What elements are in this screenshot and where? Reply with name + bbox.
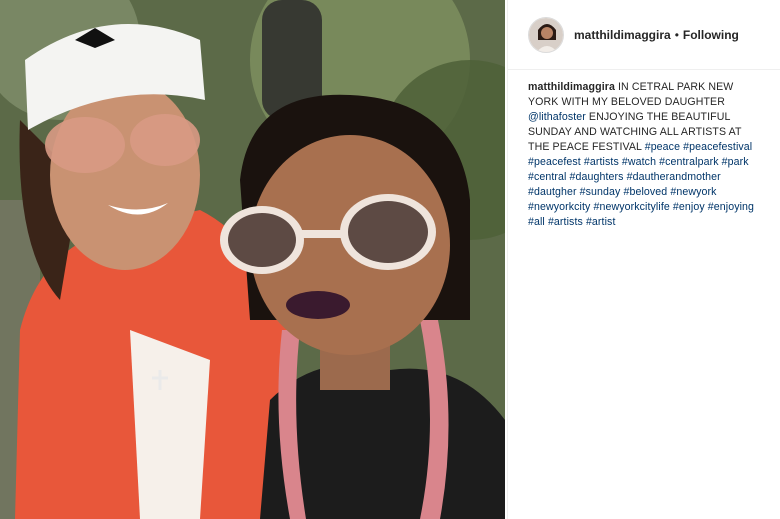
avatar-image — [529, 17, 563, 52]
caption-mention[interactable]: @lithafoster — [528, 111, 586, 123]
hashtag-link[interactable]: #newyork — [670, 186, 716, 198]
hashtag-link[interactable]: #peace — [645, 141, 680, 153]
hashtag-link[interactable]: #peacefest — [528, 156, 581, 168]
hashtag-link[interactable]: #artists — [584, 156, 619, 168]
hashtag-link[interactable]: #central — [528, 171, 567, 183]
hashtag-link[interactable]: #centralpark — [659, 156, 719, 168]
hashtag-link[interactable]: #watch — [622, 156, 656, 168]
photo-image — [0, 0, 505, 519]
hashtag-link[interactable]: #park — [722, 156, 749, 168]
header-separator: • — [674, 27, 679, 42]
hashtag-link[interactable]: #dautherandmother — [627, 171, 721, 183]
hashtag-link[interactable]: #dautgher — [528, 186, 577, 198]
hashtag-link[interactable]: #daughters — [570, 171, 624, 183]
hashtag-link[interactable]: #sunday — [580, 186, 621, 198]
hashtag-link[interactable]: #peacefestival — [683, 141, 752, 153]
post-side-panel: matthildimaggira • Following matthildimagg… — [507, 0, 780, 519]
header-username[interactable]: matthildimaggira — [574, 28, 671, 42]
hashtag-link[interactable]: #artist — [586, 216, 616, 228]
hashtag-link[interactable]: #enjoying — [708, 201, 754, 213]
hashtag-link[interactable]: #all — [528, 216, 545, 228]
hashtag-list: #peace #peacefestival #peacefest #artist… — [528, 141, 754, 228]
caption-username[interactable]: matthildimaggira — [528, 81, 615, 93]
hashtag-link[interactable]: #enjoy — [673, 201, 705, 213]
header-text: matthildimaggira • Following — [574, 28, 739, 42]
following-button[interactable]: Following — [683, 28, 739, 42]
post-header: matthildimaggira • Following — [508, 0, 780, 70]
hashtag-link[interactable]: #newyorkcitylife — [593, 201, 669, 213]
post-photo[interactable] — [0, 0, 505, 519]
hashtag-link[interactable]: #beloved — [623, 186, 667, 198]
post-caption: matthildimaggira IN CETRAL PARK NEW YORK… — [508, 70, 780, 230]
hashtag-link[interactable]: #newyorkcity — [528, 201, 590, 213]
hashtag-link[interactable]: #artists — [548, 216, 583, 228]
avatar[interactable] — [528, 16, 564, 53]
